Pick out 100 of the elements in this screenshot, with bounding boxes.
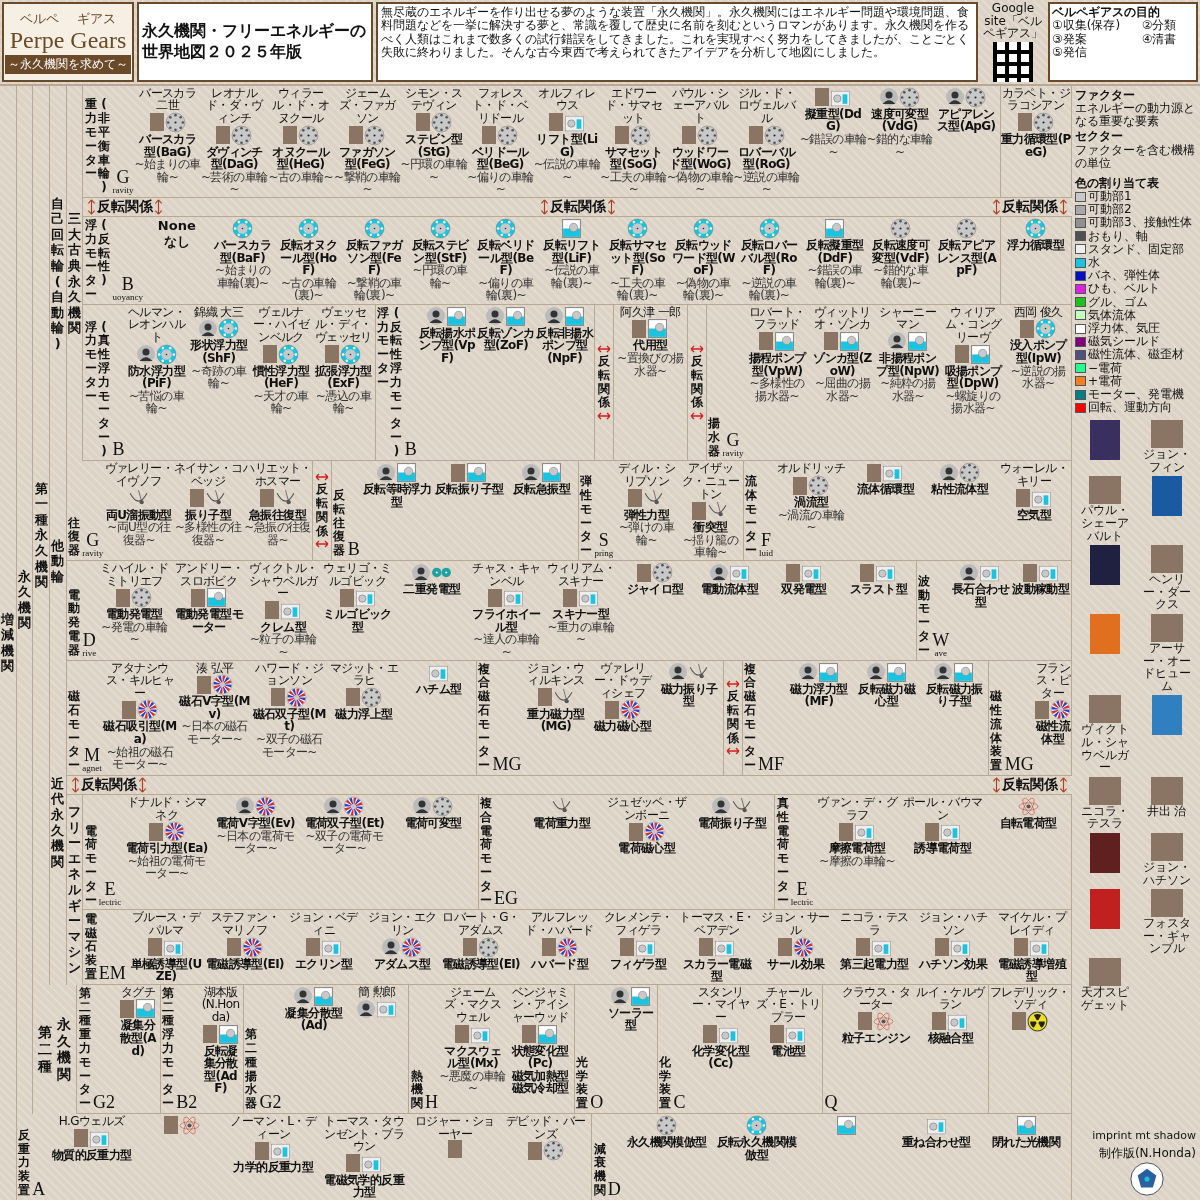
person-name: 阿久津 一郎 [620, 305, 681, 319]
section-letter: B [404, 440, 417, 459]
model-name: ハチソン効果 [918, 957, 988, 971]
model-name: ベリドール型(BeG) [470, 145, 529, 171]
person-name: スタンリー・マイヤー [691, 985, 751, 1024]
model-name: ステビン型(StG) [404, 132, 463, 159]
section-letter: EM [98, 963, 126, 982]
model-name: 重力磁力型(MG) [526, 707, 586, 733]
model-name: 摩擦電荷型 [828, 842, 886, 855]
model-nickname: ~渦流の車輪~ [777, 508, 846, 534]
model-name: 反転ファガソン型(FeF) [344, 238, 405, 277]
person-name: ロバート・G・アダムス [441, 911, 521, 937]
model-nickname: ~屈曲の揚水器~ [813, 377, 872, 403]
person-name: 湖本版(N.Honda) [200, 985, 241, 1024]
person-name: バースカラ二世 [138, 86, 198, 112]
model-name: 反転等時浮力型 [361, 483, 433, 509]
person-name: ウィリアム・コングリーヴ [943, 305, 1003, 344]
person-name: ジュゼッペ・ザンボーニ [605, 796, 688, 822]
person-name: 井出 治 [1146, 804, 1187, 818]
model-name: 反転速度可変型(VdF) [871, 238, 931, 265]
model-name: エクリン型 [295, 957, 352, 971]
flip-relation-label: 反転関係 [690, 355, 704, 411]
person-name: クレメンテ・フィゲラ [603, 911, 674, 937]
model-nickname: ~憑込の車輪~ [314, 389, 373, 415]
model-nickname: ~偽物の車輪(裏)~ [674, 276, 732, 302]
section-letter: D [607, 1179, 621, 1198]
person-name: ジョン・ウィルキンス [526, 661, 586, 687]
model-name: 磁性流体型 [1034, 720, 1071, 746]
section-letter: W ave [932, 630, 950, 658]
section-letter: G ravity [82, 531, 104, 559]
model-nickname: ~工夫の車輪~ [600, 170, 667, 196]
model-name: 粒子エンジン [841, 1031, 910, 1045]
flip-relation-label: 反転関係 [1002, 776, 1058, 794]
model-name: 閉れた光機関 [991, 1135, 1061, 1149]
person-name: シモン・ステヴィン [404, 86, 464, 112]
model-name: 反転非揚水ポンプ型(NpF) [535, 326, 595, 365]
legend-label: 可動部1 [1088, 190, 1132, 204]
model-nickname: ~悪魔の車輪~ [438, 1069, 507, 1095]
model-name: 磁石双子型(Mt) [251, 707, 327, 733]
person-name: レオナルド・ダ・ヴィンチ [204, 86, 265, 125]
person-name: ヘルマン・レオンハルト [127, 305, 187, 344]
goals-title: ベルペギアスの目的 [1052, 6, 1161, 19]
category-label: 永久機関 [17, 568, 32, 632]
section-title: 波動モーター [917, 574, 931, 658]
model-nickname: ~摩擦の車輪~ [819, 854, 896, 868]
person-name: パウル・シェーアバルト [1079, 504, 1130, 543]
person-name: ウィラール・ド・オヌクール [271, 86, 331, 125]
logo-ruby: ベルペ [20, 9, 59, 28]
model-name: 凝集分散型(Ad) [284, 1006, 344, 1032]
legend-label: おもり、軸 [1088, 229, 1148, 243]
model-name: 自転電荷型 [999, 817, 1057, 830]
goal-item: ①収集(保存) [1052, 19, 1122, 33]
model-nickname: ~伝説の車輪~ [533, 158, 601, 184]
section-letter: F luid [759, 531, 774, 559]
section-title: 第二種揚水器 [244, 1028, 258, 1111]
person-name: ジョン・フィン [1141, 448, 1192, 474]
logo-word: Perpe [9, 27, 65, 52]
section-title: 往復器 [67, 516, 81, 559]
person-name: デビッド・バーンズ [504, 1114, 587, 1141]
person-name: ベンジャミン・アイシャーウッド [510, 985, 570, 1024]
person-name: ヴェッセル・ディ・ヴェッセリ [313, 305, 373, 344]
model-name: マクスウェル型(Mx) [443, 1044, 502, 1070]
model-nickname: ~急振の往復器~ [243, 521, 312, 547]
intro-paragraph: 無尽蔵のエネルギーを作り出せる夢のような装置「永久機関」。永久機関にはエネルギー問題や環境問題、食料問題などを一挙に解決する夢と、常識を覆して歴史に名前を刻むというロマンがあります。永久機関を作るべく人類はこれまで数多くの試行錯誤をしてきました。これを実現すべく努力をしてきましたが、ことごとく失敗に終わりました。そんな古今東西で考えられてきたアイデアを分析して地図にしました。 [381, 5, 969, 60]
person-name: ヴィクトル・シャウベルガー [1079, 723, 1130, 774]
person-name: ハリエット・ホスマー [242, 462, 313, 488]
section-letter: A [32, 1179, 46, 1198]
section-title: 弾性モーター [579, 475, 593, 559]
section-letter: E lectric [98, 880, 122, 908]
model-name: 浮力循環型 [1007, 238, 1065, 252]
person-name: カラペト・ジラコシアン [1000, 86, 1071, 112]
category-label: 増減機関 [1, 611, 15, 675]
model-nickname: ~重力の車輪~ [546, 620, 616, 646]
model-name: 擬重型(DdG) [803, 107, 862, 133]
person-name: フランス・ピター [1034, 661, 1071, 700]
person-name: ウィリアム・スキナー [545, 562, 616, 588]
person-name: パウル・シェーアバルト [670, 86, 730, 125]
person-name: ジョン・ハチソン [917, 911, 989, 937]
credit-text: 制作版(N.Honda) [1098, 1145, 1196, 1162]
term-name: セクター [1075, 130, 1124, 144]
model-name: 重力循環型(PeG) [1000, 132, 1071, 159]
model-name: 反転ゾンカ型(ZoF) [476, 326, 536, 352]
legend-label: 気体流体 [1088, 308, 1136, 322]
model-name: ゾンカ型(ZoW) [812, 351, 873, 378]
model-name: 電荷重力型 [533, 817, 591, 830]
model-nickname: ~偏りの車輪~ [467, 170, 534, 196]
logo-tagline: ～永久機関を求めて～ [5, 54, 131, 74]
category-label: フリーエネルギーマシン [67, 804, 82, 976]
section-letter: G2 [259, 1092, 282, 1111]
person-name: アイザック・ニュートン [681, 462, 740, 501]
model-name: 反転永久機関模倣型 [715, 1135, 798, 1162]
model-nickname: ~始祖の電荷モーター~ [126, 854, 206, 880]
model-name: 反転ベリドール型(BeF) [476, 238, 536, 277]
section-letter: MG [1004, 755, 1034, 773]
model-nickname: ~日本の磁石モーター~ [180, 720, 249, 746]
goal-item: ④清書 [1141, 32, 1178, 47]
section-letter: Q [824, 1092, 838, 1111]
model-name: バースカラ型(BaG) [138, 132, 197, 159]
model-name: スキナー型 [552, 608, 610, 621]
model-name: 双発電型 [781, 583, 827, 596]
